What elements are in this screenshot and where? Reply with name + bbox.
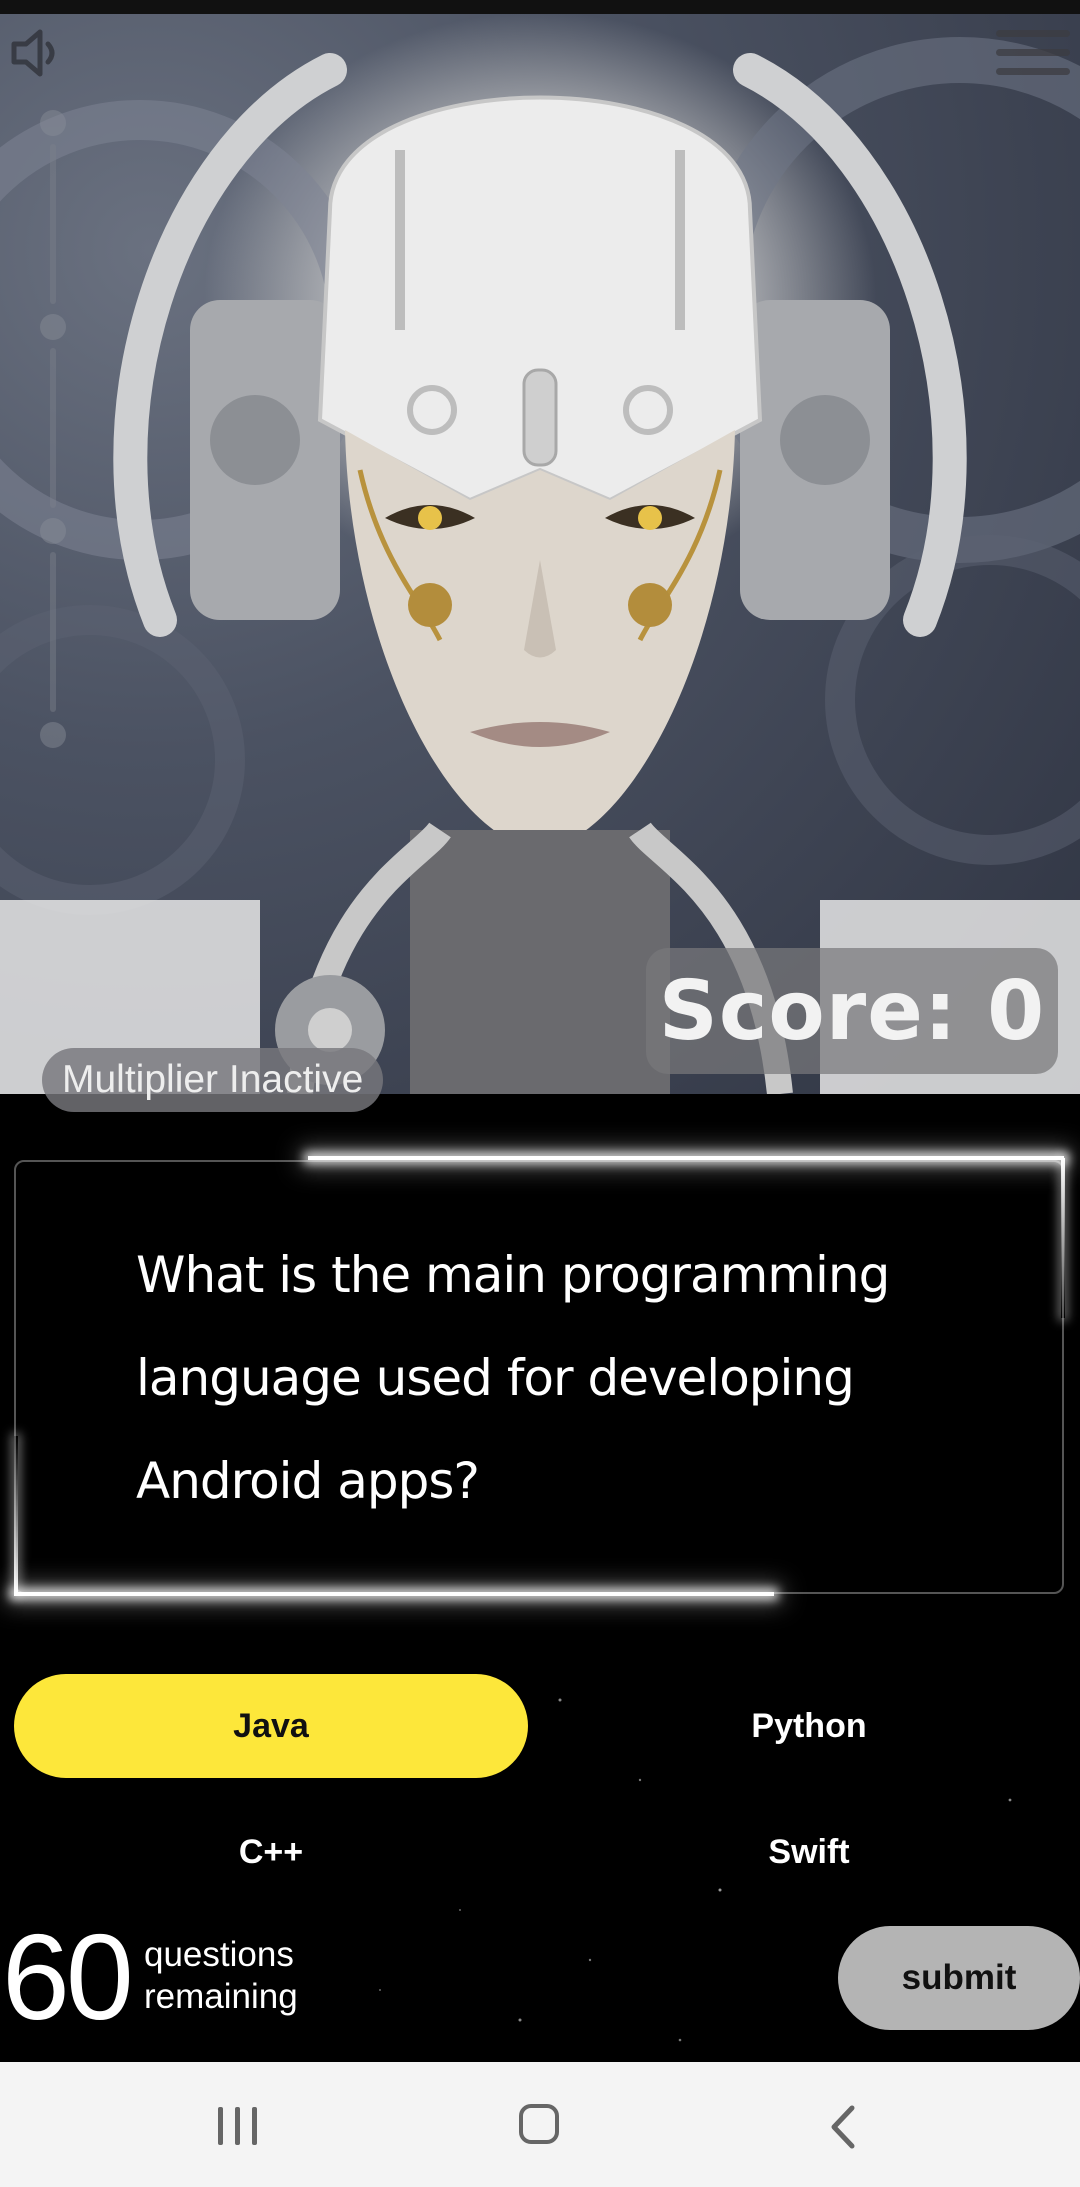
score-text: Score: 0 <box>658 963 1046 1059</box>
menu-button[interactable] <box>996 30 1070 86</box>
multiplier-status-badge: Multiplier Inactive <box>42 1048 384 1112</box>
questions-remaining-count: 60 <box>2 1909 134 2045</box>
robot-portrait-illustration <box>0 37 1080 1094</box>
back-icon[interactable] <box>826 2102 860 2152</box>
hero-image: Score: 0 <box>0 0 1080 1094</box>
question-text: What is the main programming language us… <box>136 1246 890 1510</box>
panel-glow-bottom <box>14 1592 774 1596</box>
answer-option-2[interactable]: Python <box>552 1674 1066 1778</box>
panel-glow-right <box>1061 1158 1065 1318</box>
questions-remaining-label: questions remaining <box>144 1934 298 2018</box>
panel-glow-left <box>14 1436 18 1594</box>
recent-apps-icon[interactable] <box>216 2107 260 2145</box>
remaining-label-line-2: remaining <box>144 1977 298 2016</box>
home-icon[interactable] <box>519 2104 559 2144</box>
remaining-label-line-1: questions <box>144 1935 294 1974</box>
submit-button[interactable]: submit <box>838 1926 1080 2030</box>
score-display: Score: 0 <box>646 948 1058 1074</box>
answer-option-1[interactable]: Java <box>14 1674 528 1778</box>
speaker-muted-icon <box>11 29 55 77</box>
answer-option-4[interactable]: Swift <box>552 1800 1066 1904</box>
status-bar-strip <box>0 0 1080 14</box>
mute-button[interactable] <box>6 22 68 84</box>
panel-glow-top <box>308 1156 1064 1160</box>
progress-track <box>40 110 66 1040</box>
system-navigation-bar <box>0 2062 1080 2187</box>
answer-option-3[interactable]: C++ <box>14 1800 528 1904</box>
hamburger-menu-icon <box>996 30 1070 75</box>
